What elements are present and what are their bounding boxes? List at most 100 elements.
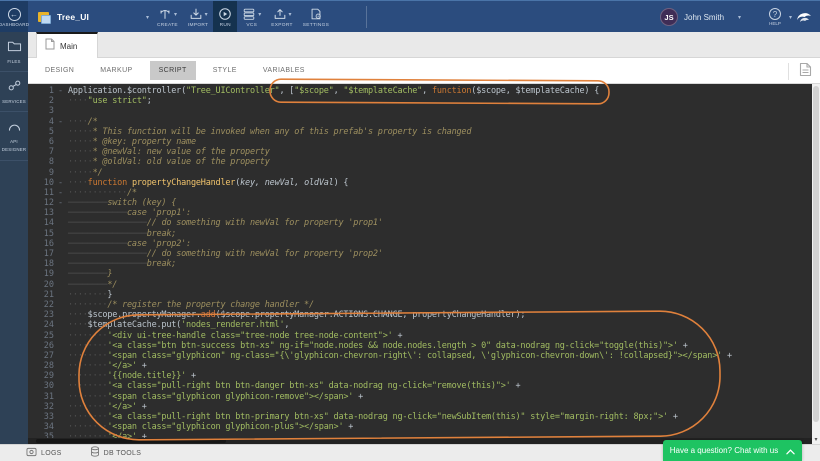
line-number[interactable]: 2 — [28, 96, 54, 106]
code-line: 31········'<span class="glyphicon glyphi… — [28, 392, 812, 402]
db-tools-button[interactable]: DB TOOLS — [90, 444, 142, 461]
line-number[interactable]: 9 — [28, 168, 54, 178]
run-button[interactable]: RUN — [213, 1, 237, 33]
export-label: EXPORT — [271, 23, 292, 28]
code-line: 30········'<a class="pull-right btn btn-… — [28, 381, 812, 391]
sidebar-label-designer: DESIGNER — [2, 147, 27, 153]
topbar: ← DASHBOARD Tree_UI ▾ ▾ CREATE ▾ IMPOR — [0, 0, 820, 32]
tab-main[interactable]: Main — [36, 32, 98, 58]
line-number[interactable]: 7 — [28, 147, 54, 157]
code-line: 8·····* @oldVal: old value of the proper… — [28, 157, 812, 167]
fold-marker-icon[interactable]: - — [58, 178, 63, 188]
settings-button[interactable]: SETTINGS — [298, 1, 334, 33]
fold-marker-icon[interactable]: - — [58, 117, 63, 127]
line-number[interactable]: 23 — [28, 310, 54, 320]
save-file-button[interactable] — [788, 63, 812, 80]
file-icon — [799, 62, 812, 82]
line-number[interactable]: 25 — [28, 331, 54, 341]
line-number[interactable]: 31 — [28, 392, 54, 402]
hammer-icon — [158, 7, 172, 21]
h-scroll-thumb[interactable] — [36, 439, 226, 443]
tab-variables[interactable]: VARIABLES — [254, 61, 314, 80]
vertical-scrollbar[interactable]: ▾ — [812, 84, 820, 444]
line-number[interactable]: 33 — [28, 412, 54, 422]
db-tools-label: DB TOOLS — [104, 450, 142, 457]
fold-marker-icon[interactable]: - — [58, 188, 63, 198]
line-number[interactable]: 28 — [28, 361, 54, 371]
code-line: 5·····* This function will be invoked wh… — [28, 127, 812, 137]
line-number[interactable]: 12 — [28, 198, 54, 208]
help-button[interactable]: ? HELP ▾ — [760, 1, 790, 33]
folder-icon — [7, 39, 22, 57]
line-number[interactable]: 14 — [28, 218, 54, 228]
sidebar-item-api-designer[interactable]: API DESIGNER — [0, 112, 28, 160]
link-icon — [7, 79, 22, 97]
line-number[interactable]: 24 — [28, 320, 54, 330]
line-number[interactable]: 6 — [28, 137, 54, 147]
line-number[interactable]: 4 — [28, 117, 54, 127]
sidebar-item-services[interactable]: SERVICES — [0, 72, 28, 112]
sidebar-item-files[interactable]: FILES — [0, 32, 28, 72]
line-number[interactable]: 15 — [28, 229, 54, 239]
line-number[interactable]: 17 — [28, 249, 54, 259]
line-number[interactable]: 16 — [28, 239, 54, 249]
project-selector[interactable]: Tree_UI ▾ — [38, 1, 156, 33]
code-line: 6·····* @key: property name — [28, 137, 812, 147]
line-number[interactable]: 20 — [28, 280, 54, 290]
wavemaker-logo-icon — [794, 7, 814, 27]
code-line: 1-Application.$controller("Tree_UIContro… — [28, 86, 812, 96]
dashboard-button[interactable]: ← DASHBOARD — [0, 1, 28, 33]
tab-markup[interactable]: MARKUP — [91, 61, 141, 80]
line-number[interactable]: 10 — [28, 178, 54, 188]
chat-label: Have a question? Chat with us — [670, 446, 779, 455]
tab-main-label: Main — [60, 42, 77, 51]
vcs-stack-icon — [242, 7, 256, 21]
avatar: JS — [660, 8, 678, 26]
line-number[interactable]: 29 — [28, 371, 54, 381]
line-number[interactable]: 11 — [28, 188, 54, 198]
line-number[interactable]: 3 — [28, 106, 54, 116]
tab-design[interactable]: DESIGN — [36, 61, 83, 80]
toolbar-menu: ▾ CREATE ▾ IMPORT RUN ▾ — [152, 1, 334, 33]
tab-style[interactable]: STYLE — [204, 61, 246, 80]
logs-label: LOGS — [41, 450, 62, 457]
tab-script[interactable]: SCRIPT — [150, 61, 196, 80]
code-line: 20────────*/ — [28, 280, 812, 290]
fold-marker-icon[interactable]: - — [58, 86, 63, 96]
line-number[interactable]: 27 — [28, 351, 54, 361]
database-icon — [90, 444, 100, 461]
v-scroll-thumb[interactable] — [813, 86, 819, 422]
code-line: 17────────────────// do something with n… — [28, 249, 812, 259]
create-button[interactable]: ▾ CREATE — [152, 1, 183, 33]
line-number[interactable]: 32 — [28, 402, 54, 412]
code-line: 27········'<span class="glyphicon" ng-cl… — [28, 351, 812, 361]
vcs-button[interactable]: ▾ VCS — [237, 1, 266, 33]
line-number[interactable]: 1 — [28, 86, 54, 96]
code-line: 34········'<span class="glyphicon glyphi… — [28, 422, 812, 432]
line-number[interactable]: 18 — [28, 259, 54, 269]
code-line: 4-····/* — [28, 117, 812, 127]
code-line: 7·····* @newVal: new value of the proper… — [28, 147, 812, 157]
code-editor[interactable]: 1-Application.$controller("Tree_UIContro… — [28, 84, 812, 444]
chat-widget-button[interactable]: Have a question? Chat with us — [663, 440, 802, 461]
fold-marker-icon[interactable]: - — [58, 198, 63, 208]
line-number[interactable]: 8 — [28, 157, 54, 167]
user-menu[interactable]: JS John Smith ▾ — [660, 1, 741, 33]
line-number[interactable]: 34 — [28, 422, 54, 432]
import-button[interactable]: ▾ IMPORT — [183, 1, 213, 33]
line-number[interactable]: 5 — [28, 127, 54, 137]
code-line: 9·····*/ — [28, 168, 812, 178]
line-number[interactable]: 21 — [28, 290, 54, 300]
scroll-down-arrow-icon[interactable]: ▾ — [812, 436, 820, 443]
line-number[interactable]: 13 — [28, 208, 54, 218]
code-line: 29········'{{node.title}}' + — [28, 371, 812, 381]
code-line: 15────────────────break; — [28, 229, 812, 239]
create-label: CREATE — [157, 23, 178, 28]
line-number[interactable]: 19 — [28, 269, 54, 279]
line-number[interactable]: 22 — [28, 300, 54, 310]
logs-button[interactable]: LOGS — [26, 444, 62, 461]
export-button[interactable]: ▾ EXPORT — [266, 1, 297, 33]
line-number[interactable]: 30 — [28, 381, 54, 391]
toolbar-separator — [366, 6, 367, 28]
line-number[interactable]: 26 — [28, 341, 54, 351]
